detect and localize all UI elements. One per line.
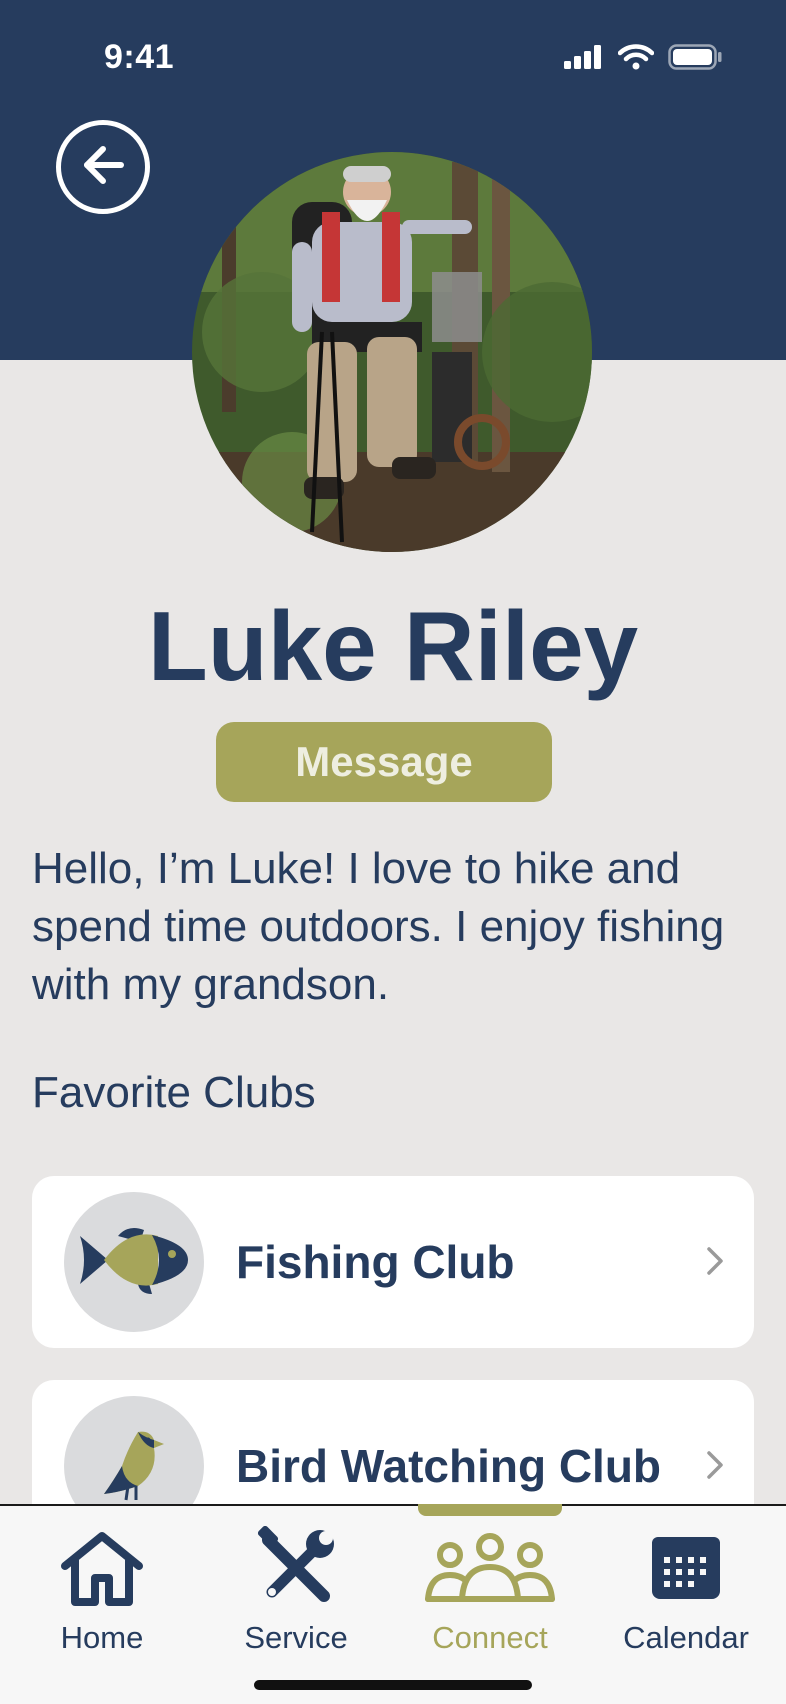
battery-icon — [668, 44, 722, 75]
tab-label: Home — [60, 1620, 144, 1655]
tab-home[interactable]: Home — [4, 1506, 200, 1666]
tab-label: Service — [244, 1620, 348, 1655]
status-time: 9:41 — [104, 38, 175, 76]
club-card-fishing[interactable]: Fishing Club — [32, 1176, 754, 1348]
status-bar: 9:41 — [0, 0, 786, 120]
back-button[interactable] — [56, 120, 150, 214]
tools-icon — [254, 1526, 338, 1610]
wifi-icon — [617, 44, 655, 75]
club-label: Fishing Club — [236, 1236, 515, 1288]
tab-bar: Home Service Connect Calendar — [0, 1504, 786, 1704]
cellular-signal-icon — [564, 45, 604, 74]
chevron-right-icon — [706, 1246, 724, 1281]
club-icon-container — [64, 1192, 204, 1332]
tab-calendar[interactable]: Calendar — [588, 1506, 784, 1666]
chevron-right-icon — [706, 1450, 724, 1485]
home-indicator — [254, 1680, 532, 1690]
tab-label: Connect — [432, 1620, 548, 1655]
tab-service[interactable]: Service — [198, 1506, 394, 1666]
calendar-icon — [650, 1526, 722, 1610]
status-icons — [564, 44, 722, 75]
fish-icon — [78, 1220, 190, 1305]
message-button[interactable]: Message — [216, 722, 552, 802]
profile-bio: Hello, I’m Luke! I love to hike and spen… — [32, 844, 725, 1009]
tab-connect[interactable]: Connect — [392, 1506, 588, 1666]
tab-label: Calendar — [623, 1620, 749, 1655]
bird-icon — [94, 1424, 174, 1509]
avatar — [192, 152, 592, 552]
home-icon — [59, 1526, 145, 1610]
arrow-left-icon — [75, 137, 131, 198]
people-icon — [424, 1526, 556, 1610]
favorite-clubs-title: Favorite Clubs — [32, 1068, 316, 1117]
profile-name: Luke Riley — [147, 591, 639, 701]
